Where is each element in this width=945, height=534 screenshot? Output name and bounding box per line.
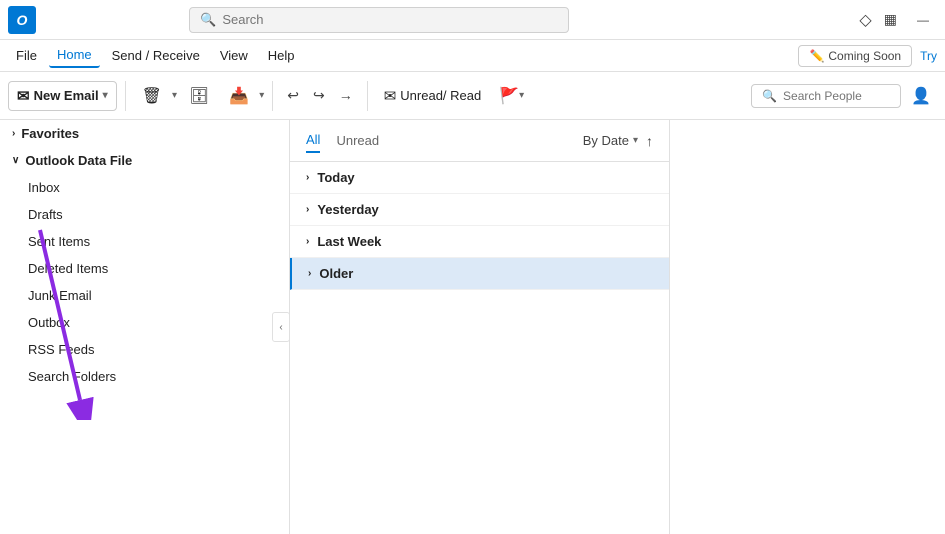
tab-all[interactable]: All: [306, 128, 320, 153]
delete-button[interactable]: 🗑: [134, 82, 170, 110]
group-last-week-label: Last Week: [317, 234, 381, 249]
sort-by-date-button[interactable]: By Date ▾: [583, 133, 638, 148]
minimize-button[interactable]: —: [909, 13, 937, 27]
email-list-tabs: All Unread By Date ▾ ↑: [290, 120, 669, 162]
try-button[interactable]: Try: [920, 49, 937, 63]
email-list-panel: All Unread By Date ▾ ↑ › Today › Yesterd…: [290, 120, 670, 534]
archive-icon: 🗄: [189, 86, 209, 106]
unread-read-button[interactable]: ✉ Unread/ Read: [376, 83, 490, 109]
email-groups: › Today › Yesterday › Last Week › Older: [290, 162, 669, 534]
sort-dropdown-arrow[interactable]: ▾: [633, 135, 638, 146]
group-last-week[interactable]: › Last Week: [290, 226, 669, 258]
ribbon-sep-3: [367, 81, 368, 111]
outlook-logo: O: [8, 6, 36, 34]
archive-button[interactable]: 🗄: [181, 82, 217, 110]
sidebar-item-junk-email[interactable]: Junk Email: [0, 282, 289, 309]
unread-icon: ✉: [384, 87, 397, 105]
new-email-icon: ✉: [17, 87, 30, 105]
sidebar-item-deleted-items[interactable]: Deleted Items: [0, 255, 289, 282]
menu-help[interactable]: Help: [260, 44, 303, 67]
group-older-chevron: ›: [308, 268, 311, 279]
ribbon-right: 🔍 👤: [751, 82, 937, 110]
menu-file[interactable]: File: [8, 44, 45, 67]
favorites-group-header[interactable]: › Favorites: [0, 120, 289, 147]
ribbon: ✉ New Email ▾ 🗑 ▾ 🗄 📥 ▾ ↩ ↪ → ✉ Unread/ …: [0, 72, 945, 120]
ribbon-sep-2: [272, 81, 273, 111]
delete-group: 🗑 ▾: [134, 82, 177, 110]
new-email-dropdown-arrow[interactable]: ▾: [103, 90, 108, 101]
menu-bar: File Home Send / Receive View Help ✏️ Co…: [0, 40, 945, 72]
delete-dropdown-arrow[interactable]: ▾: [172, 90, 177, 101]
title-bar: O 🔍 ◇ ▦ —: [0, 0, 945, 40]
menu-view[interactable]: View: [212, 44, 256, 67]
group-last-week-chevron: ›: [306, 236, 309, 247]
flag-button[interactable]: 🚩 ▾: [493, 82, 530, 110]
undo-button[interactable]: ↩: [281, 83, 305, 108]
coming-soon-label: Coming Soon: [828, 49, 901, 63]
new-email-label: New Email: [34, 88, 99, 103]
flag-dropdown-arrow[interactable]: ▾: [519, 90, 524, 101]
move-icon: 📥: [229, 86, 249, 106]
group-today[interactable]: › Today: [290, 162, 669, 194]
coming-soon-button[interactable]: ✏️ Coming Soon: [798, 45, 912, 67]
sidebar-item-rss-feeds[interactable]: RSS Feeds: [0, 336, 289, 363]
sidebar-item-inbox[interactable]: Inbox: [0, 174, 289, 201]
search-people-input[interactable]: [783, 89, 890, 103]
favorites-label: Favorites: [21, 126, 79, 141]
sidebar-collapse-button[interactable]: ‹: [272, 312, 290, 342]
menu-send-receive[interactable]: Send / Receive: [104, 44, 208, 67]
title-search-bar[interactable]: 🔍: [189, 7, 569, 33]
sort-label: By Date: [583, 133, 629, 148]
outlook-data-file-chevron: ∨: [12, 155, 19, 166]
group-older-label: Older: [319, 266, 353, 281]
title-bar-controls: ◇ ▦ —: [859, 10, 937, 30]
contact-icon[interactable]: 👤: [905, 82, 937, 110]
qr-icon[interactable]: ▦: [884, 11, 897, 28]
outlook-data-file-header[interactable]: ∨ Outlook Data File: [0, 147, 289, 174]
nav-arrows: ↩ ↪ →: [281, 83, 358, 108]
redo-button[interactable]: ↪: [307, 83, 331, 108]
sidebar-item-drafts[interactable]: Drafts: [0, 201, 289, 228]
ribbon-sep-1: [125, 81, 126, 111]
move-group: 📥 ▾: [221, 82, 264, 110]
diamond-icon[interactable]: ◇: [859, 10, 871, 30]
group-yesterday-chevron: ›: [306, 204, 309, 215]
sidebar: › Favorites ∨ Outlook Data File Inbox Dr…: [0, 120, 290, 534]
sidebar-item-search-folders[interactable]: Search Folders: [0, 363, 289, 390]
forward-button[interactable]: →: [333, 83, 359, 108]
group-yesterday[interactable]: › Yesterday: [290, 194, 669, 226]
title-search-input[interactable]: [222, 12, 558, 27]
outlook-data-file-label: Outlook Data File: [25, 153, 132, 168]
move-button[interactable]: 📥: [221, 82, 257, 110]
search-people-field[interactable]: 🔍: [751, 84, 901, 108]
unread-read-label: Unread/ Read: [400, 88, 481, 103]
sort-direction-button[interactable]: ↑: [646, 133, 653, 149]
sidebar-item-outbox[interactable]: Outbox: [0, 309, 289, 336]
delete-icon: 🗑: [142, 86, 162, 106]
main-content: › Favorites ∨ Outlook Data File Inbox Dr…: [0, 120, 945, 534]
new-email-button[interactable]: ✉ New Email ▾: [8, 81, 117, 111]
favorites-chevron: ›: [12, 128, 15, 139]
move-dropdown-arrow[interactable]: ▾: [259, 90, 264, 101]
group-today-label: Today: [317, 170, 354, 185]
reading-pane: [670, 120, 945, 534]
search-icon: 🔍: [200, 12, 216, 28]
menu-bar-right: ✏️ Coming Soon Try: [798, 45, 937, 67]
search-people-icon: 🔍: [762, 89, 777, 103]
group-today-chevron: ›: [306, 172, 309, 183]
group-yesterday-label: Yesterday: [317, 202, 378, 217]
tab-sort: By Date ▾ ↑: [583, 133, 653, 149]
tab-unread[interactable]: Unread: [336, 129, 379, 152]
group-older[interactable]: › Older: [290, 258, 669, 290]
menu-home[interactable]: Home: [49, 43, 100, 68]
flag-icon: 🚩: [499, 86, 519, 106]
sidebar-item-sent-items[interactable]: Sent Items: [0, 228, 289, 255]
wand-icon: ✏️: [809, 49, 824, 63]
